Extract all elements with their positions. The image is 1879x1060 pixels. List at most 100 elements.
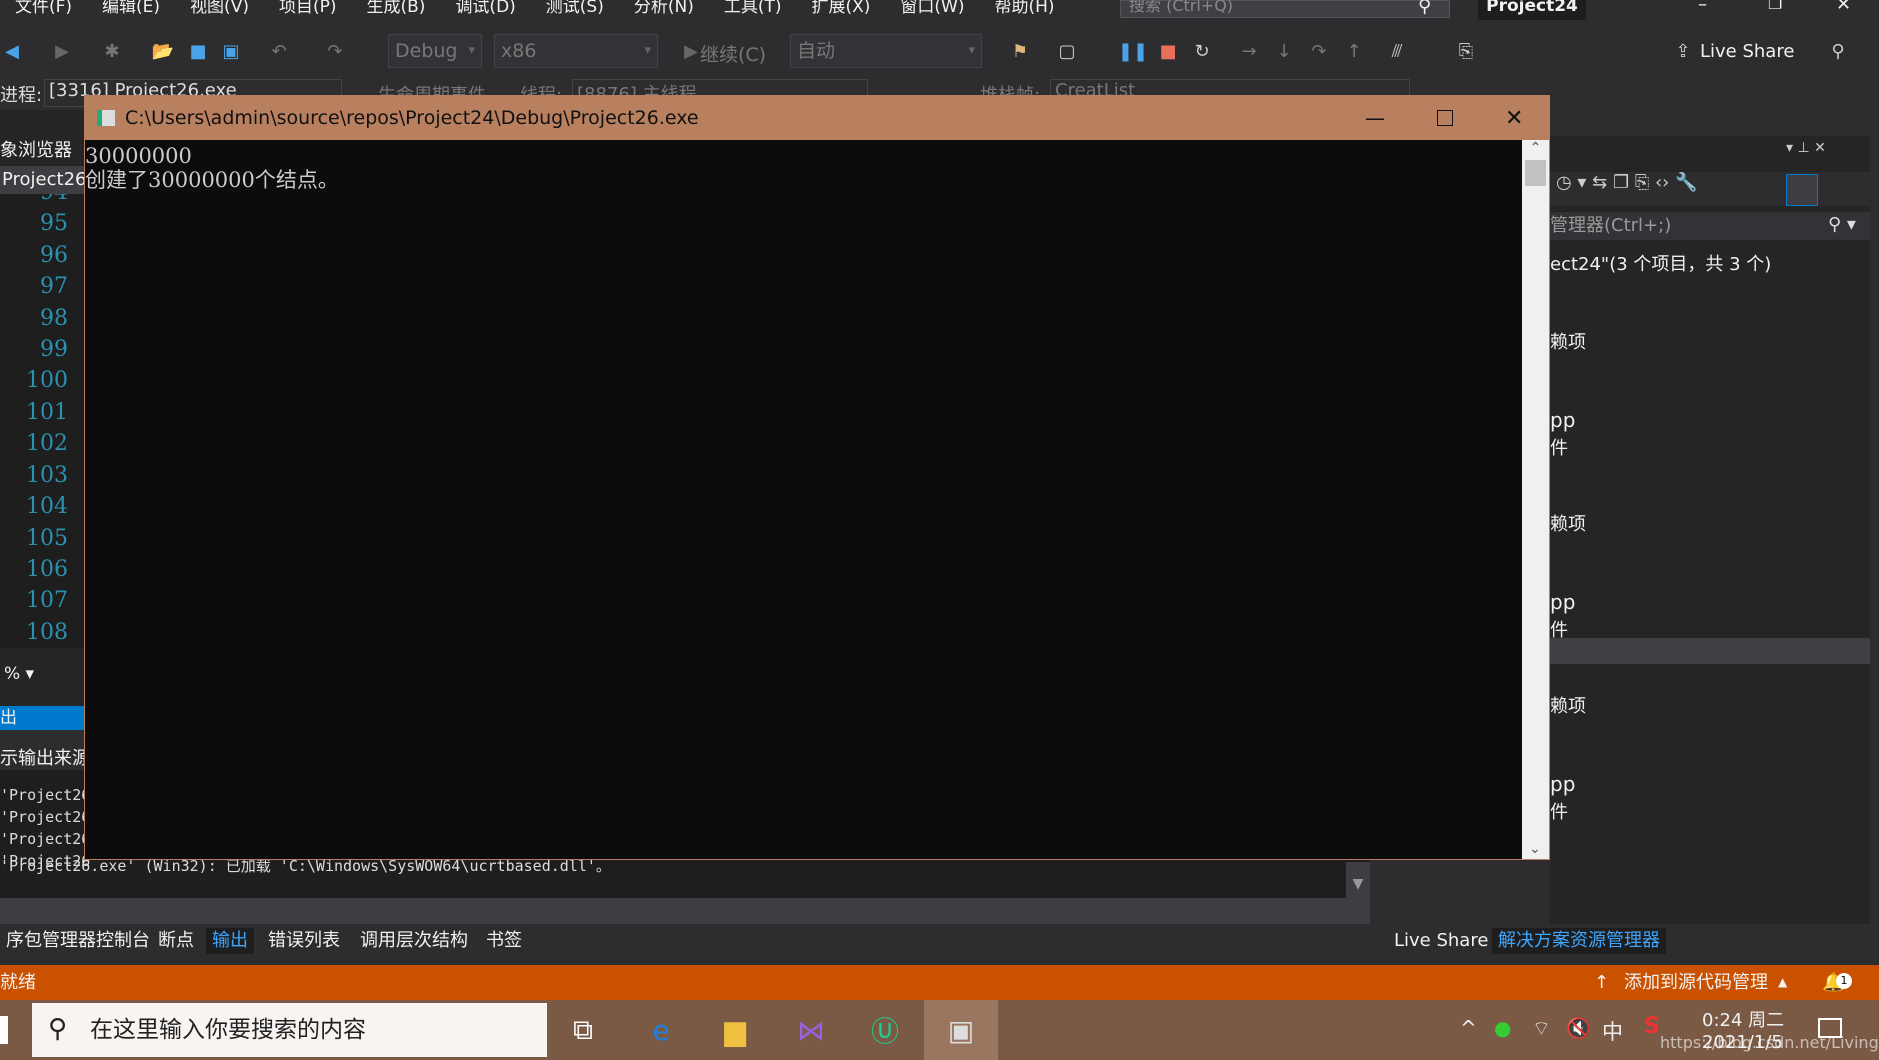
tab-error-list[interactable]: 错误列表	[262, 928, 346, 954]
sogou-icon[interactable]: S	[1644, 1014, 1660, 1039]
undo-icon[interactable]: ↶	[266, 36, 292, 66]
line-number: 99	[40, 337, 68, 362]
line-number: 101	[26, 400, 68, 425]
tree-item[interactable]: 赖项	[1550, 510, 1586, 536]
tab-live-share[interactable]: Live Share	[1388, 928, 1494, 954]
tab-output[interactable]: 输出	[206, 928, 254, 954]
platform-dropdown[interactable]: x86	[494, 34, 658, 68]
panel-menu-icon[interactable]: ▾ ⊥ ✕	[1786, 140, 1826, 156]
live-share-button[interactable]: Live Share	[1700, 36, 1800, 66]
line-number: 94	[20, 194, 68, 205]
visual-studio-icon[interactable]: ⋈	[786, 1008, 836, 1052]
save-icon[interactable]: ■	[185, 36, 211, 66]
tree-item[interactable]: 赖项	[1550, 692, 1586, 718]
minimize-button[interactable]: –	[1698, 0, 1707, 15]
config-dropdown[interactable]: Debug	[388, 34, 482, 68]
feedback-icon[interactable]: ⚲	[1824, 36, 1852, 66]
intellij-icon[interactable]: Ⓤ	[860, 1008, 910, 1052]
step-into-icon[interactable]: ↓	[1270, 36, 1298, 66]
tray-chevron-icon[interactable]: ^	[1460, 1016, 1477, 1040]
selected-row[interactable]	[1550, 638, 1870, 664]
menu-build[interactable]: 生成(B)	[352, 0, 441, 22]
menu-project[interactable]: 项目(P)	[264, 0, 352, 22]
screenshot-icon[interactable]: ▢	[1052, 36, 1082, 66]
tree-item[interactable]: 件	[1550, 434, 1568, 460]
start-button[interactable]	[0, 1016, 8, 1044]
menu-debug[interactable]: 调试(D)	[440, 0, 530, 22]
tab-breakpoints[interactable]: 断点	[152, 928, 200, 954]
line-number: 97	[40, 274, 68, 299]
step-out-icon[interactable]: ↑	[1340, 36, 1368, 66]
edge-icon[interactable]: e	[636, 1008, 686, 1052]
task-view-icon[interactable]: ⧉	[558, 1008, 608, 1052]
output-hscrollbar[interactable]	[0, 898, 1346, 924]
tab-solution-explorer[interactable]: 解决方案资源管理器	[1492, 928, 1666, 954]
tray-app-icon[interactable]: ●	[1494, 1016, 1511, 1040]
code-editor[interactable]: 94 95 96 97 98 99 100 101 102 103 104 10…	[0, 194, 84, 648]
console-window[interactable]: C:\Users\admin\source\repos\Project24\De…	[84, 95, 1550, 860]
console-maximize-button[interactable]	[1437, 110, 1453, 126]
console-scrollbar[interactable]: ⌃ ⌄	[1522, 140, 1549, 859]
output-scrollbar[interactable]: ▼	[1346, 862, 1370, 924]
menu-analyze[interactable]: 分析(N)	[619, 0, 709, 22]
redo-icon[interactable]: ↷	[322, 36, 348, 66]
volume-muted-icon[interactable]: 🔇	[1566, 1016, 1591, 1040]
menu-test[interactable]: 测试(S)	[531, 0, 619, 22]
show-next-icon[interactable]: →	[1235, 36, 1263, 66]
restart-icon[interactable]: ↻	[1188, 36, 1216, 66]
menu-edit[interactable]: 编辑(E)	[87, 0, 175, 22]
console-taskbar-icon[interactable]: ▣	[924, 1000, 998, 1060]
ime-indicator[interactable]: 中	[1602, 1016, 1623, 1046]
clock-time[interactable]: 0:24 周二	[1702, 1006, 1784, 1032]
auto-dropdown[interactable]: 自动	[790, 34, 982, 68]
solution-search[interactable]: 管理器(Ctrl+;)	[1550, 212, 1870, 240]
new-project-icon[interactable]: ✱	[100, 36, 124, 66]
pause-icon[interactable]: ❚❚	[1118, 36, 1148, 66]
thread-icon[interactable]: ⎘	[1452, 36, 1480, 66]
tree-item[interactable]: pp	[1550, 408, 1575, 432]
taskbar-search[interactable]: 在这里输入你要搜索的内容	[32, 1003, 547, 1057]
action-center-icon[interactable]	[1818, 1018, 1842, 1038]
menu-tools[interactable]: 工具(T)	[709, 0, 797, 22]
tab-call-hierarchy[interactable]: 调用层次结构	[354, 928, 474, 954]
continue-button[interactable]: 继续(C)	[700, 40, 766, 67]
step-over-icon[interactable]: ↷	[1305, 36, 1333, 66]
menu-extensions[interactable]: 扩展(X)	[797, 0, 886, 22]
history-icon[interactable]: ◷ ▾ ⇆ ❐ ⎘ ‹› 🔧	[1556, 172, 1698, 193]
console-minimize-button[interactable]: —	[1365, 106, 1385, 130]
console-close-button[interactable]: ✕	[1505, 106, 1523, 131]
close-button[interactable]: ✕	[1836, 0, 1851, 15]
forward-icon[interactable]: ▶	[50, 36, 74, 66]
back-icon[interactable]: ◀	[0, 36, 24, 66]
console-title-bar[interactable]: C:\Users\admin\source\repos\Project24\De…	[85, 96, 1549, 140]
save-all-icon[interactable]: ▣	[218, 36, 244, 66]
tab-package-manager-console[interactable]: 序包管理器控制台	[0, 928, 156, 954]
open-icon[interactable]: 📂	[150, 36, 176, 66]
tab-bookmarks[interactable]: 书签	[480, 928, 528, 954]
scroll-up-icon[interactable]: ⌃	[1522, 140, 1549, 156]
menu-file[interactable]: 文件(F)	[0, 0, 87, 22]
menu-view[interactable]: 视图(V)	[175, 0, 264, 22]
stop-icon[interactable]: ■	[1155, 36, 1181, 66]
tree-item[interactable]: pp	[1550, 772, 1575, 796]
scroll-down-icon[interactable]: ⌄	[1529, 841, 1541, 857]
tree-item[interactable]: 件	[1550, 798, 1568, 824]
tree-item[interactable]: pp	[1550, 590, 1575, 614]
scroll-thumb[interactable]	[1525, 160, 1546, 186]
solution-node[interactable]: ect24"(3 个项目，共 3 个)	[1550, 250, 1771, 276]
source-control-button[interactable]: 添加到源代码管理	[1624, 965, 1768, 1000]
search-box[interactable]: 搜索 (Ctrl+Q)	[1120, 0, 1450, 18]
notification-count: 1	[1836, 973, 1852, 989]
menu-window[interactable]: 窗口(W)	[885, 0, 979, 22]
hex-icon[interactable]: ⫻	[1383, 36, 1411, 66]
console-output[interactable]: 30000000 创建了30000000个结点。	[85, 140, 1522, 859]
zoom-dropdown[interactable]: % ▾	[4, 664, 58, 688]
restore-button[interactable]: ❐	[1768, 0, 1782, 13]
wifi-icon[interactable]: ⌔	[1532, 1016, 1551, 1041]
menu-help[interactable]: 帮助(H)	[980, 0, 1070, 22]
collapse-icon[interactable]	[1786, 174, 1818, 206]
process-icon[interactable]: ⚑	[1005, 36, 1035, 66]
file-tab[interactable]: Project26	[0, 166, 87, 194]
file-explorer-icon[interactable]: ▆	[710, 1008, 760, 1052]
tree-item[interactable]: 赖项	[1550, 328, 1586, 354]
